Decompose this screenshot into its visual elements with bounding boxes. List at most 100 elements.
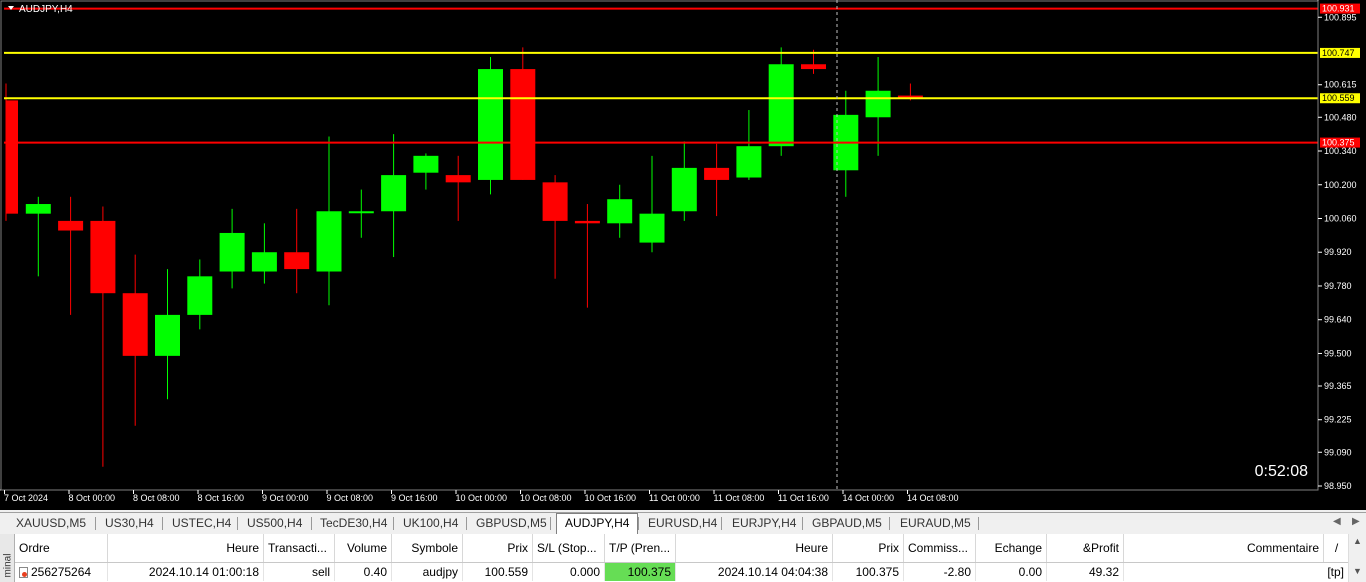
tab-separator bbox=[638, 517, 639, 530]
tabs-scroll-left-icon[interactable]: ◀ bbox=[1333, 516, 1341, 527]
scroll-down-icon[interactable]: ▼ bbox=[1353, 566, 1362, 576]
col-header-commission[interactable]: Commiss... bbox=[904, 534, 976, 562]
bearish-candle bbox=[704, 167, 730, 180]
cell-echange[interactable]: 0.00 bbox=[976, 563, 1047, 581]
time-tick-label: 10 Oct 00:00 bbox=[456, 493, 508, 503]
time-tick-label: 11 Oct 16:00 bbox=[778, 493, 829, 503]
tab-separator bbox=[237, 517, 238, 530]
symbol-tab[interactable]: XAUUSD,M5 bbox=[16, 516, 86, 530]
cell-prix[interactable]: 100.559 bbox=[463, 563, 533, 581]
symbol-tab[interactable]: UK100,H4 bbox=[403, 516, 458, 530]
col-header-prix-close[interactable]: Prix bbox=[833, 534, 904, 562]
col-header-tp[interactable]: T/P (Pren... bbox=[605, 534, 676, 562]
bullish-candle bbox=[187, 276, 213, 315]
price-tick-label: 99.365 bbox=[1324, 381, 1352, 391]
cell-volume[interactable]: 0.40 bbox=[335, 563, 392, 581]
bullish-candle bbox=[865, 90, 891, 118]
price-tick-label: 99.500 bbox=[1324, 348, 1352, 358]
symbol-tab[interactable]: GBPUSD,M5 bbox=[476, 516, 547, 530]
symbol-tab[interactable]: US30,H4 bbox=[105, 516, 154, 530]
price-chart[interactable]: 100.931 100.747 100.559 100.375 100.895 100.… bbox=[0, 0, 1366, 510]
bullish-candle bbox=[768, 64, 794, 147]
cell-heure[interactable]: 2024.10.14 01:00:18 bbox=[108, 563, 264, 581]
cell-commission[interactable]: -2.80 bbox=[904, 563, 976, 581]
symbol-tab[interactable]: EURUSD,H4 bbox=[648, 516, 717, 530]
col-header-symbole[interactable]: Symbole bbox=[392, 534, 463, 562]
cell-transaction[interactable]: sell bbox=[264, 563, 335, 581]
tab-separator bbox=[802, 517, 803, 530]
col-header-profit[interactable]: &Profit bbox=[1047, 534, 1124, 562]
cell-commentaire[interactable]: [tp] bbox=[1124, 563, 1349, 581]
cell-profit[interactable]: 49.32 bbox=[1047, 563, 1124, 581]
tab-separator bbox=[466, 517, 467, 530]
symbol-tabs-bar: XAUUSD,M5 US30,H4 USTEC,H4 US500,H4 TecDE30,… bbox=[0, 512, 1366, 535]
time-tick-label: 8 Oct 16:00 bbox=[198, 493, 245, 503]
bar-countdown-timer: 0:52:08 bbox=[1255, 463, 1308, 480]
bullish-candle bbox=[316, 211, 342, 272]
price-tick-label: 100.480 bbox=[1324, 112, 1357, 122]
sort-marker: / bbox=[1324, 534, 1349, 562]
bullish-candle bbox=[25, 204, 51, 214]
time-tick-label: 10 Oct 16:00 bbox=[585, 493, 637, 503]
candlestick-chart[interactable]: 100.931100.747100.559100.375 100.895100.… bbox=[0, 0, 1366, 510]
time-tick-label: 11 Oct 00:00 bbox=[649, 493, 700, 503]
cell-sl[interactable]: 0.000 bbox=[533, 563, 605, 581]
col-header-echange[interactable]: Echange bbox=[976, 534, 1047, 562]
time-tick-label: 14 Oct 08:00 bbox=[907, 493, 959, 503]
col-header-heure[interactable]: Heure bbox=[108, 534, 264, 562]
bullish-candle bbox=[478, 69, 503, 180]
terminal-scrollbar[interactable]: ▲ ▼ bbox=[1348, 534, 1366, 582]
scroll-up-icon[interactable]: ▲ bbox=[1353, 536, 1362, 546]
cell-ordre[interactable]: 256275264 bbox=[15, 563, 108, 581]
tab-separator bbox=[95, 517, 96, 530]
bullish-candle bbox=[348, 211, 374, 214]
price-tick-label: 100.615 bbox=[1324, 80, 1357, 90]
symbol-tab[interactable]: US500,H4 bbox=[247, 516, 302, 530]
tabs-scroll-right-icon[interactable]: ▶ bbox=[1352, 516, 1360, 527]
cell-symbole[interactable]: audjpy bbox=[392, 563, 463, 581]
cell-prix-close[interactable]: 100.375 bbox=[833, 563, 904, 581]
time-tick-label: 9 Oct 16:00 bbox=[391, 493, 438, 503]
terminal-side-label: minal bbox=[2, 553, 14, 578]
tab-separator bbox=[889, 517, 890, 530]
price-tick-label: 100.200 bbox=[1324, 180, 1357, 190]
bearish-candle bbox=[542, 182, 568, 221]
price-tick-label: 99.225 bbox=[1324, 415, 1352, 425]
price-tick-label: 100.060 bbox=[1324, 213, 1357, 223]
bearish-candle bbox=[6, 100, 18, 214]
symbol-tab[interactable]: USTEC,H4 bbox=[172, 516, 231, 530]
bearish-candle bbox=[122, 293, 148, 356]
col-header-sl[interactable]: S/L (Stop... bbox=[533, 534, 605, 562]
price-tick-label: 99.920 bbox=[1324, 247, 1352, 257]
cell-heure-close[interactable]: 2024.10.14 04:04:38 bbox=[676, 563, 833, 581]
symbol-tab[interactable]: AUDJPY,H4 bbox=[556, 513, 639, 535]
tab-separator bbox=[393, 517, 394, 530]
terminal-history-panel: minal Ordre Heure Transacti... Volume Sy… bbox=[0, 534, 1366, 582]
price-tick-label: 100.895 bbox=[1324, 12, 1357, 22]
col-header-ordre[interactable]: Ordre bbox=[15, 534, 108, 562]
plot-frame bbox=[0, 0, 1319, 491]
bearish-candle bbox=[58, 220, 84, 231]
terminal-side-strip[interactable]: minal bbox=[0, 534, 15, 582]
tab-separator bbox=[978, 517, 979, 530]
bullish-candle bbox=[155, 314, 180, 356]
bullish-candle bbox=[607, 199, 633, 224]
col-header-transaction[interactable]: Transacti... bbox=[264, 534, 335, 562]
chart-title: AUDJPY,H4 bbox=[19, 4, 73, 15]
cell-tp[interactable]: 100.375 bbox=[605, 563, 676, 581]
bullish-candle bbox=[219, 232, 245, 272]
tab-separator bbox=[550, 517, 551, 530]
time-tick-label: 8 Oct 08:00 bbox=[133, 493, 180, 503]
bearish-candle bbox=[801, 64, 826, 70]
col-header-prix[interactable]: Prix bbox=[463, 534, 533, 562]
time-tick-label: 10 Oct 08:00 bbox=[520, 493, 572, 503]
cell-ordre-value: 256275264 bbox=[31, 565, 92, 579]
col-header-heure-close[interactable]: Heure bbox=[676, 534, 833, 562]
symbol-tab[interactable]: EURJPY,H4 bbox=[732, 516, 796, 530]
col-header-volume[interactable]: Volume bbox=[335, 534, 392, 562]
price-tick-label: 99.640 bbox=[1324, 315, 1352, 325]
symbol-tab[interactable]: EURAUD,M5 bbox=[900, 516, 971, 530]
col-header-commentaire[interactable]: Commentaire bbox=[1124, 534, 1324, 562]
symbol-tab[interactable]: GBPAUD,M5 bbox=[812, 516, 882, 530]
symbol-tab[interactable]: TecDE30,H4 bbox=[320, 516, 387, 530]
